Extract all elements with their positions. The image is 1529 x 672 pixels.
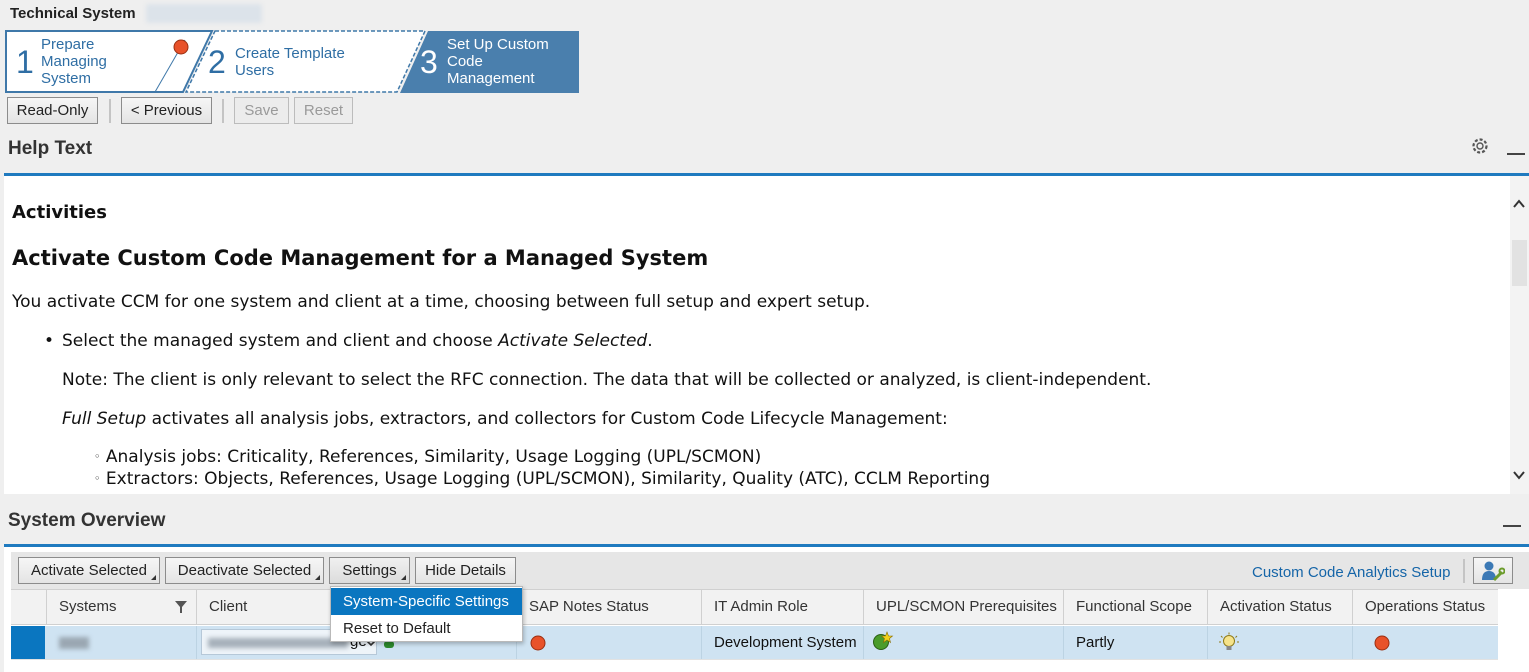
table-row-empty: [11, 659, 1498, 672]
row-selector-header[interactable]: [11, 590, 47, 624]
roadmap-step-2-label[interactable]: Create Template Users: [235, 45, 345, 79]
activate-selected-button[interactable]: Activate Selected: [18, 557, 160, 584]
custom-code-analytics-link[interactable]: Custom Code Analytics Setup: [1252, 564, 1450, 581]
error-status-icon: [173, 39, 189, 55]
menu-item-system-specific-settings[interactable]: System-Specific Settings: [331, 588, 522, 615]
prerequisite-check-icon: [873, 631, 894, 650]
gear-icon[interactable]: [1470, 136, 1490, 156]
it-admin-role-cell: Development System: [702, 626, 864, 659]
full-setup-paragraph: Full Setup activates all analysis jobs, …: [62, 409, 948, 429]
save-button[interactable]: Save: [234, 97, 289, 124]
system-overview-title: System Overview: [8, 510, 166, 531]
roadmap-step-3-number[interactable]: 3: [420, 46, 438, 78]
activities-heading: Activities: [12, 202, 107, 223]
technical-system-label: Technical System: [10, 5, 136, 22]
help-text-panel: Activities Activate Custom Code Manageme…: [4, 176, 1510, 494]
column-header-operations-status[interactable]: Operations Status: [1353, 590, 1498, 624]
read-only-button[interactable]: Read-Only: [7, 97, 98, 124]
table-row[interactable]: ge Development System Partly: [11, 626, 1498, 659]
menu-item-reset-to-default[interactable]: Reset to Default: [331, 615, 522, 642]
roadmap-step-3-label[interactable]: Set Up Custom Code Management: [447, 36, 549, 87]
column-header-it-admin-role[interactable]: IT Admin Role: [702, 590, 864, 624]
grid-header: Systems Client SAP Notes Status IT Admin…: [11, 589, 1498, 625]
operations-status-cell: [1353, 626, 1498, 659]
roadmap-step-2-number[interactable]: 2: [208, 46, 226, 78]
functional-scope-cell: Partly: [1064, 626, 1208, 659]
column-header-functional-scope[interactable]: Functional Scope: [1064, 590, 1208, 624]
column-header-systems[interactable]: Systems: [47, 590, 197, 624]
column-header-activation-status[interactable]: Activation Status: [1208, 590, 1353, 624]
upl-scmon-cell: [864, 626, 1064, 659]
settings-button[interactable]: Settings: [329, 557, 410, 584]
roadmap-step-1-label[interactable]: Prepare Managing System: [41, 36, 107, 87]
client-value-redacted: [208, 638, 348, 648]
error-status-icon: [530, 635, 546, 651]
deactivate-selected-button[interactable]: Deactivate Selected: [165, 557, 324, 584]
sub-list-item: ◦ Analysis jobs: Criticality, References…: [94, 447, 762, 467]
error-status-icon: [1374, 635, 1390, 651]
activation-status-cell: [1208, 626, 1353, 659]
cut-off-text-line: [12, 176, 972, 178]
sap-notes-status-cell: [517, 626, 702, 659]
roadmap: 1 Prepare Managing System 2 Create Templ…: [5, 30, 580, 94]
note-paragraph: Note: The client is only relevant to sel…: [62, 370, 1152, 390]
toolbar-separator: [109, 99, 111, 123]
technical-system-value: [146, 4, 262, 23]
row-selector[interactable]: [11, 626, 45, 659]
column-header-upl-scmon[interactable]: UPL/SCMON Prerequisites: [864, 590, 1064, 624]
systems-cell: [47, 626, 197, 659]
filter-icon[interactable]: [174, 600, 188, 614]
scroll-down-icon[interactable]: [1513, 469, 1525, 481]
user-settings-button[interactable]: [1473, 557, 1513, 584]
minimize-overview-icon[interactable]: [1503, 525, 1521, 527]
settings-menu: System-Specific Settings Reset to Defaul…: [330, 586, 523, 642]
previous-button[interactable]: < Previous: [121, 97, 212, 124]
system-id-redacted: [59, 637, 89, 650]
toolbar-separator: [1463, 559, 1465, 583]
scroll-thumb[interactable]: [1512, 240, 1527, 286]
hide-details-button[interactable]: Hide Details: [415, 557, 516, 584]
toolbar-separator: [222, 99, 224, 123]
help-scrollbar[interactable]: [1510, 176, 1529, 494]
sub-list-item: ◦ Extractors: Objects, References, Usage…: [94, 469, 990, 489]
activate-ccm-heading: Activate Custom Code Management for a Ma…: [12, 246, 709, 270]
roadmap-step-1-number[interactable]: 1: [16, 46, 34, 78]
lightbulb-icon: [1219, 632, 1239, 650]
user-wrench-icon: [1482, 561, 1505, 582]
reset-button[interactable]: Reset: [294, 97, 353, 124]
scroll-up-icon[interactable]: [1513, 198, 1525, 210]
help-text-title: Help Text: [8, 138, 93, 159]
minimize-help-icon[interactable]: [1507, 153, 1525, 155]
intro-paragraph: You activate CCM for one system and clie…: [12, 292, 871, 312]
column-header-sap-notes-status[interactable]: SAP Notes Status: [517, 590, 702, 624]
